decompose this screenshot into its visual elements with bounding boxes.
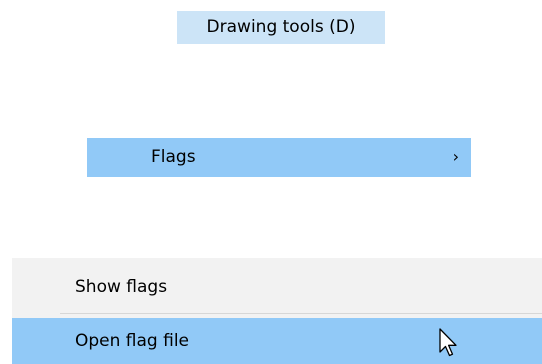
flags-submenu: Show flags Open flag file [12,258,542,364]
menu-separator [60,313,542,314]
chevron-right-icon: › [452,147,459,166]
menu-item-flags[interactable]: Flags › [87,138,471,177]
drawing-tools-tooltip: Drawing tools (D) [177,11,385,44]
menu-item-flags-label: Flags [151,147,196,167]
mouse-pointer-icon [439,328,457,357]
menu-item-open-flag-file-label: Open flag file [75,331,190,351]
menu-item-open-flag-file[interactable]: Open flag file [12,318,542,364]
menu-item-show-flags[interactable]: Show flags [12,264,542,310]
menu-item-show-flags-label: Show flags [75,277,168,297]
